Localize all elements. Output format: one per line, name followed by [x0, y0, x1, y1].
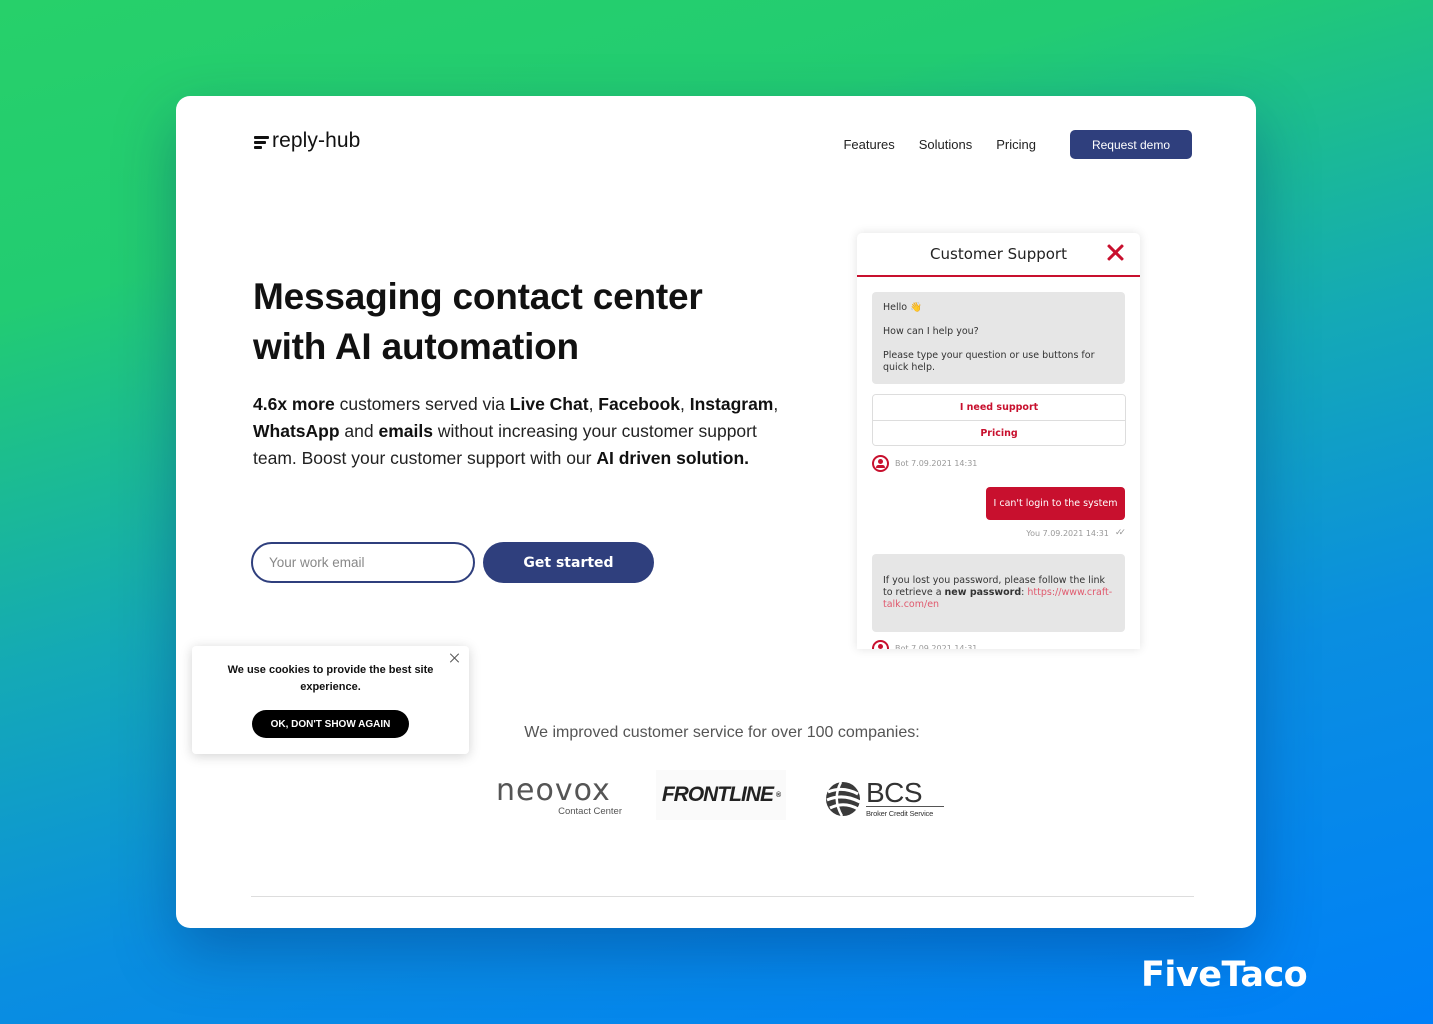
bcs-globe-icon [826, 781, 861, 817]
desc-highlight: WhatsApp [253, 421, 340, 441]
bot-meta: Bot 7.09.2021 14:31 [872, 640, 977, 649]
hero-title: Messaging contact center with AI automat… [253, 272, 773, 372]
logo-bars-icon [254, 136, 269, 150]
close-icon[interactable] [1106, 243, 1124, 261]
bot-message-line: Hello 👋 [883, 302, 922, 313]
double-check-icon: ✓✓ [1114, 528, 1126, 538]
bcs-wordmark: BCS [866, 777, 923, 808]
hero-title-line1: Messaging contact center [253, 276, 703, 317]
desc-text: , [680, 394, 690, 414]
quick-reply-support[interactable]: I need support [873, 395, 1125, 420]
user-message: I can't login to the system [986, 487, 1125, 520]
nav-features[interactable]: Features [843, 137, 894, 152]
bot-timestamp: Bot 7.09.2021 14:31 [895, 644, 978, 649]
get-started-button[interactable]: Get started [483, 542, 654, 583]
request-demo-button[interactable]: Request demo [1070, 130, 1192, 159]
cookie-banner: We use cookies to provide the best site … [192, 646, 469, 754]
desc-highlight: AI driven solution. [596, 448, 749, 468]
desc-highlight: Live Chat [509, 394, 589, 414]
chat-header: Customer Support [857, 233, 1140, 277]
nav-pricing[interactable]: Pricing [996, 137, 1036, 152]
cookie-text: We use cookies to provide the best site … [227, 664, 434, 693]
desc-highlight: Facebook [598, 394, 680, 414]
bot-message-bold: new password [944, 587, 1022, 598]
bot-message-line: If you lost you password, please follow … [883, 575, 1114, 611]
frontline-logo: FRONTLINE ® [656, 770, 786, 820]
user-meta: You 7.09.2021 14:31 ✓✓ [1026, 528, 1126, 538]
nav-solutions[interactable]: Solutions [919, 137, 972, 152]
bot-message-line: Please type your question or use buttons… [883, 350, 1095, 373]
hero-title-line2: with AI automation [253, 326, 579, 367]
bot-message: If you lost you password, please follow … [872, 554, 1125, 632]
desc-text: , [773, 394, 779, 414]
desc-highlight: 4.6x more [253, 394, 335, 414]
desc-highlight: emails [378, 421, 433, 441]
quick-reply-pricing[interactable]: Pricing [873, 420, 1125, 445]
chat-widget: Customer Support Hello 👋 How can I help … [857, 233, 1140, 649]
desc-text: and [339, 421, 379, 441]
frontline-wordmark: FRONTLINE [661, 783, 774, 806]
bot-avatar-icon [872, 640, 889, 649]
bcs-logo: BCS Broker Credit Service [824, 777, 944, 818]
fivetaco-watermark: FiveTaco [1141, 955, 1308, 995]
user-timestamp: You 7.09.2021 14:31 [1026, 528, 1109, 538]
bot-timestamp: Bot 7.09.2021 14:31 [895, 459, 978, 468]
footer-divider [251, 896, 1194, 897]
desc-highlight: Instagram [689, 394, 774, 414]
cookie-close-icon[interactable] [449, 652, 461, 664]
chat-title: Customer Support [930, 245, 1067, 263]
registered-mark: ® [775, 791, 781, 799]
bot-message-line: How can I help you? [883, 326, 979, 337]
landing-page-card: reply-hub Features Solutions Pricing Req… [176, 96, 1256, 928]
site-logo[interactable]: reply-hub [254, 129, 360, 153]
desc-text: , [588, 394, 599, 414]
desc-text: customers served via [334, 394, 510, 414]
cookie-accept-button[interactable]: OK, DON'T SHOW AGAIN [252, 710, 409, 738]
bcs-text: BCS Broker Credit Service [866, 777, 944, 818]
logo-text: reply-hub [272, 129, 361, 152]
client-logos: neovox Contact Center FRONTLINE ® BCS Bro… [496, 770, 956, 826]
neovox-wordmark: neovox [496, 773, 611, 808]
quick-replies: I need support Pricing [872, 394, 1126, 446]
bot-meta: Bot 7.09.2021 14:31 [872, 455, 977, 472]
work-email-input[interactable] [251, 542, 475, 583]
neovox-logo: neovox Contact Center [496, 773, 626, 818]
bot-message: Hello 👋 How can I help you? Please type … [872, 292, 1125, 384]
main-nav: Features Solutions Pricing Request demo [843, 130, 1192, 159]
hero-description: 4.6x more customers served via Live Chat… [253, 391, 793, 472]
bot-avatar-icon [872, 455, 889, 472]
